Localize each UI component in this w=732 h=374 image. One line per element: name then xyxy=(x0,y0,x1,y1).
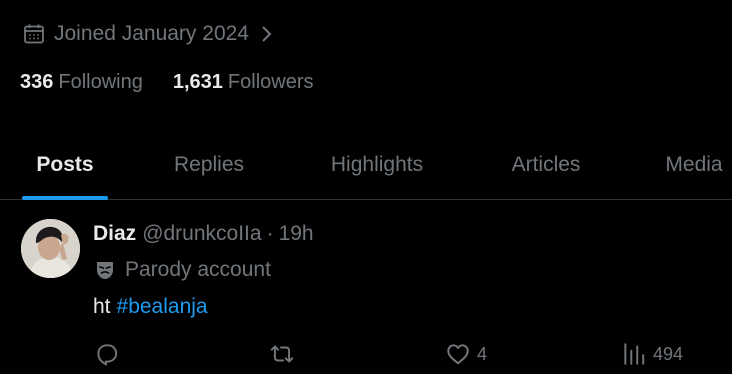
following-label: Following xyxy=(58,70,143,93)
active-tab-indicator xyxy=(22,196,108,200)
tab-label: Articles xyxy=(511,153,581,176)
followers-link[interactable]: 1,631 Followers xyxy=(173,71,314,94)
following-link[interactable]: 336 Following xyxy=(20,71,143,94)
retweet-button[interactable] xyxy=(269,339,301,369)
avatar[interactable] xyxy=(21,219,80,278)
follow-stats: 336 Following 1,631 Followers xyxy=(20,68,314,96)
tab-media[interactable]: Media xyxy=(656,130,732,200)
parody-mask-icon xyxy=(93,258,117,282)
calendar-icon xyxy=(22,22,46,46)
username-handle[interactable]: @drunkcoIIa xyxy=(142,222,261,246)
hashtag-link[interactable]: #bealanja xyxy=(117,295,208,319)
chevron-right-icon xyxy=(259,23,275,45)
views-icon xyxy=(624,343,645,365)
reply-button[interactable] xyxy=(94,339,126,369)
followers-label: Followers xyxy=(227,70,314,93)
tab-label: Media xyxy=(665,153,723,176)
like-icon xyxy=(447,344,469,365)
tab-highlights[interactable]: Highlights xyxy=(316,130,438,200)
joined-date[interactable]: Joined January 2024 xyxy=(22,20,275,48)
tab-label: Highlights xyxy=(330,153,424,176)
separator-dot: · xyxy=(266,222,274,245)
tab-replies[interactable]: Replies xyxy=(162,130,256,200)
parody-label: Parody account xyxy=(93,257,271,283)
profile-page: Joined January 2024 336 Following 1,631 … xyxy=(0,0,732,374)
like-count: 4 xyxy=(477,343,488,364)
like-button[interactable]: 4 xyxy=(445,339,487,369)
followers-count: 1,631 xyxy=(172,70,223,93)
tweet-header: Diaz @drunkcoIIa · 19h xyxy=(93,221,314,247)
tweet-time[interactable]: 19h xyxy=(279,222,314,246)
tab-label: Posts xyxy=(36,153,94,176)
following-count: 336 xyxy=(20,70,54,93)
retweet-icon xyxy=(270,345,294,363)
views-button[interactable]: 494 xyxy=(621,339,683,369)
parody-text: Parody account xyxy=(125,258,271,281)
tab-posts[interactable]: Posts xyxy=(22,130,108,200)
tweet-text: ht #bealanja xyxy=(93,293,208,321)
reply-icon xyxy=(97,344,118,366)
tab-articles[interactable]: Articles xyxy=(498,130,594,200)
profile-tabs: Posts Replies Highlights Articles Media xyxy=(0,130,732,200)
display-name[interactable]: Diaz xyxy=(93,222,136,246)
joined-text: Joined January 2024 xyxy=(54,22,249,45)
tab-label: Replies xyxy=(173,153,245,176)
tweet[interactable]: Diaz @drunkcoIIa · 19h Parody account ht… xyxy=(0,201,732,374)
tweet-body: ht xyxy=(93,295,111,318)
views-count: 494 xyxy=(653,343,684,364)
